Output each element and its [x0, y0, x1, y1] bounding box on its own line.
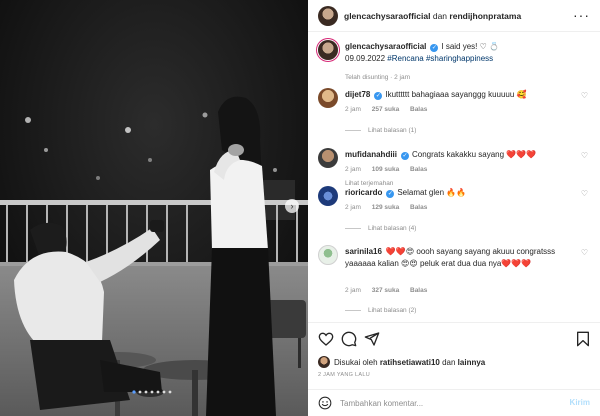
proposal-photo-illustration: [0, 0, 308, 416]
comment-body: rioricardo ✓ Selamat glen 🔥🔥: [345, 187, 583, 199]
view-replies-label[interactable]: Lihat balasan (4): [368, 225, 416, 232]
caption-hashtags[interactable]: #Rencana #sharinghappiness: [387, 54, 493, 63]
reply-button[interactable]: Balas: [410, 106, 427, 113]
comment-time: 2 jam: [345, 166, 361, 173]
view-replies-label[interactable]: Lihat balasan (1): [368, 127, 416, 134]
post-timestamp[interactable]: 2 jam yang lalu: [318, 372, 370, 378]
comment-body: dijet78 ✓ Ikutttttt bahagiaaa sayanggg kuu…: [345, 89, 583, 101]
post-authors: glencachysaraofficial dan rendijhonprata…: [344, 11, 521, 21]
comment-item: rioricardo ✓ Selamat glen 🔥🔥 ♡ 2 jam 129 s…: [318, 186, 588, 236]
comment-input[interactable]: [340, 396, 550, 411]
comment-username[interactable]: dijet78: [345, 90, 370, 99]
verified-icon: ✓: [386, 190, 395, 198]
post-comment-button[interactable]: Kirim: [570, 398, 590, 407]
commenter-avatar[interactable]: [318, 245, 338, 265]
commenter-avatar[interactable]: [318, 186, 338, 206]
post-details-panel: glencachysaraofficial dan rendijhonprata…: [308, 0, 600, 416]
caption-date: 09.09.2022: [345, 53, 386, 63]
comments-list[interactable]: glencachysaraofficial ✓ I said yes! ♡ 💍 09…: [308, 33, 600, 321]
bookmark-icon[interactable]: [575, 331, 591, 347]
share-icon[interactable]: [364, 331, 380, 347]
author-username[interactable]: glencachysaraofficial: [344, 11, 430, 21]
comment-meta: 2 jam 327 suka Balas: [345, 287, 436, 294]
comment-likes[interactable]: 129 suka: [372, 204, 399, 211]
replies-line: [345, 310, 361, 311]
view-replies-label[interactable]: Lihat balasan (2): [368, 307, 416, 314]
comment-text: Ikutttttt bahagiaaa sayanggg kuuuuu 🥰: [385, 90, 527, 99]
commenter-avatar[interactable]: [318, 148, 338, 168]
heart-icon[interactable]: ♡: [581, 151, 588, 160]
comment-text: Selamat glen 🔥🔥: [397, 188, 467, 197]
heart-icon[interactable]: ♡: [581, 189, 588, 198]
next-slide-button[interactable]: ›: [285, 199, 299, 213]
caption-username[interactable]: glencachysaraofficial: [345, 42, 426, 51]
reply-button[interactable]: Balas: [410, 166, 427, 173]
comment-body: mufidanahdiii ✓ Congrats kakakku sayang ❤️…: [345, 149, 583, 161]
caption: glencachysaraofficial ✓ I said yes! ♡ 💍 09…: [318, 40, 588, 81]
comment-username[interactable]: mufidanahdiii: [345, 150, 397, 159]
caption-edited: Telah disunting · 2 jam: [345, 74, 411, 81]
verified-icon: ✓: [374, 92, 383, 100]
liked-by-prefix: Disukai oleh: [334, 357, 378, 367]
view-replies[interactable]: Lihat balasan (1): [345, 127, 416, 134]
replies-line: [345, 228, 361, 229]
comment-meta: 2 jam 109 suka Balas: [345, 166, 436, 173]
heart-icon[interactable]: ♡: [581, 248, 588, 257]
comment-username[interactable]: rioricardo: [345, 188, 382, 197]
liked-by-others[interactable]: lainnya: [458, 358, 486, 367]
author-avatar[interactable]: [318, 5, 338, 26]
caption-body: glencachysaraofficial ✓ I said yes! ♡ 💍 09…: [345, 41, 583, 64]
comment-meta: 2 jam 129 suka Balas: [345, 204, 436, 211]
post-header: glencachysaraofficial dan rendijhonprata…: [308, 0, 600, 32]
view-replies[interactable]: Lihat balasan (2): [345, 307, 416, 314]
commenter-avatar[interactable]: [318, 88, 338, 108]
authors-connector: dan: [432, 10, 448, 21]
comment-likes[interactable]: 257 suka: [372, 106, 399, 113]
view-replies[interactable]: Lihat balasan (4): [345, 225, 416, 232]
reply-button[interactable]: Balas: [410, 204, 427, 211]
liked-by-connector: dan: [442, 357, 456, 367]
comment-icon[interactable]: [341, 331, 357, 347]
comment-item: dijet78 ✓ Ikutttttt bahagiaaa sayanggg kuu…: [318, 88, 588, 138]
more-horizontal-icon[interactable]: ···: [573, 8, 590, 22]
like-heart-icon[interactable]: [318, 331, 334, 347]
emoji-icon[interactable]: [318, 396, 332, 410]
post-photo[interactable]: ›: [0, 0, 308, 416]
caption-text: I said yes! ♡ 💍: [441, 42, 499, 51]
comment-likes[interactable]: 327 suka: [372, 287, 399, 294]
reply-button[interactable]: Balas: [410, 287, 427, 294]
replies-line: [345, 130, 361, 131]
comment-time: 2 jam: [345, 287, 361, 294]
liked-by: Disukai oleh ratihsetiawati10 dan lainny…: [318, 356, 485, 368]
comment-likes[interactable]: 109 suka: [372, 166, 399, 173]
verified-icon: ✓: [401, 152, 409, 160]
heart-icon[interactable]: ♡: [581, 91, 588, 100]
caption-avatar[interactable]: [318, 40, 338, 60]
comment-text: Congrats kakakku sayang ❤️❤️❤️: [412, 150, 537, 159]
add-comment-bar: Kirim: [308, 389, 600, 416]
comment-item: sarinila16 ❤️❤️😍 oooh sayang sayang akuuu…: [318, 245, 588, 315]
comment-time: 2 jam: [345, 204, 361, 211]
comment-meta: 2 jam 257 suka Balas: [345, 106, 436, 113]
comment-body: sarinila16 ❤️❤️😍 oooh sayang sayang akuuu…: [345, 246, 583, 269]
comment-username[interactable]: sarinila16: [345, 247, 382, 256]
liked-by-user[interactable]: ratihsetiawati10: [380, 358, 440, 367]
liker-avatar[interactable]: [318, 356, 330, 368]
chevron-right-icon: ›: [290, 201, 294, 211]
verified-icon: ✓: [430, 44, 439, 52]
collaborator-username[interactable]: rendijhonpratama: [449, 11, 521, 21]
comment-time: 2 jam: [345, 106, 361, 113]
